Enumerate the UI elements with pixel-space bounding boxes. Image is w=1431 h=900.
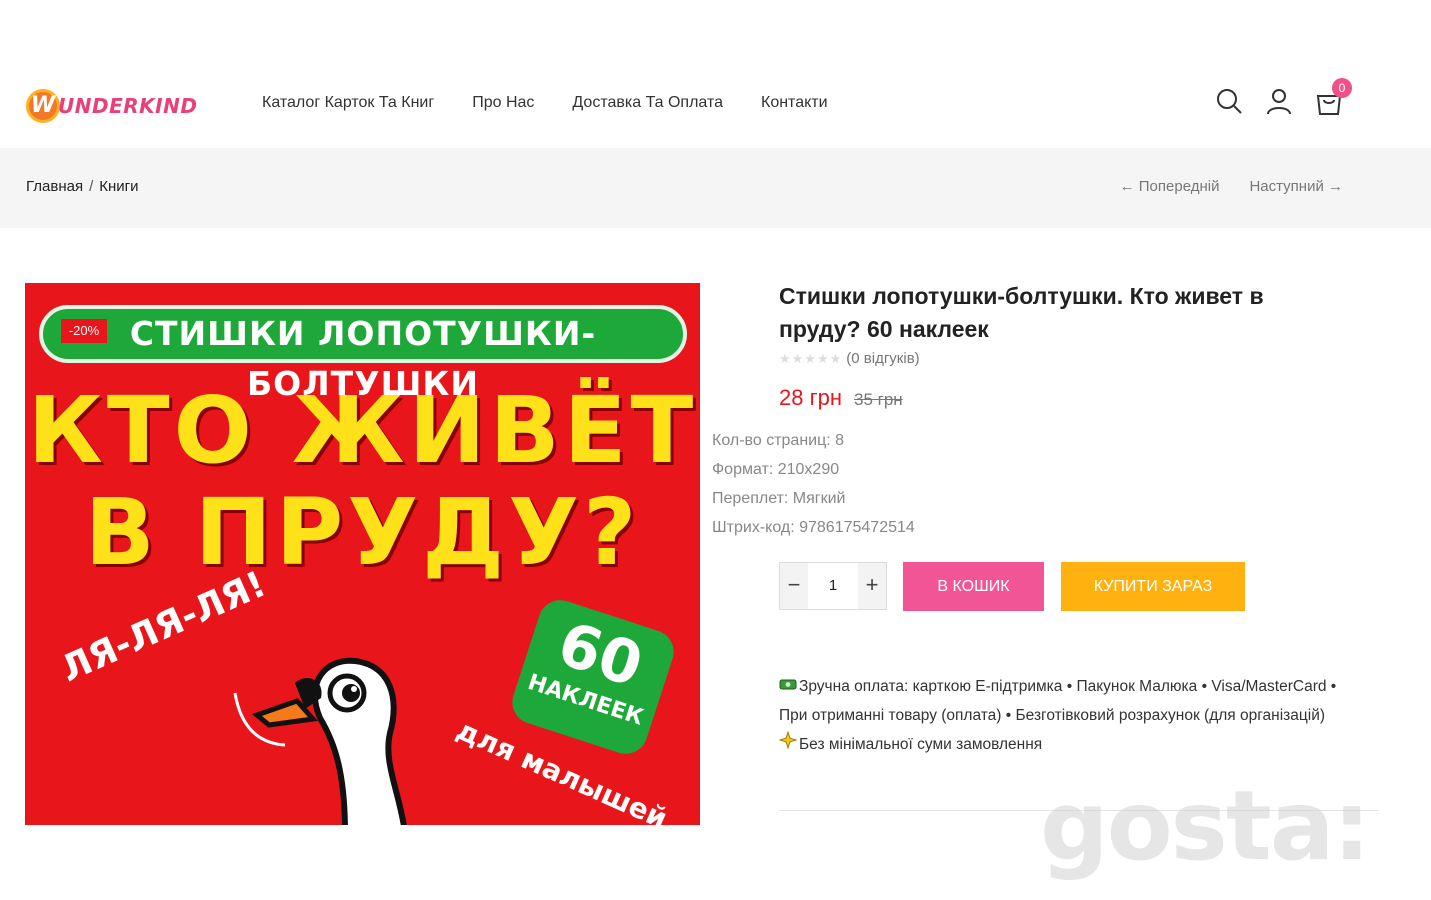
header-icons: 0 bbox=[1214, 78, 1364, 118]
price-current: 28 грн bbox=[779, 385, 842, 410]
product-image[interactable]: СТИШКИ ЛОПОТУШКИ-БОЛТУШКИ -20% КТО ЖИВЁТ… bbox=[25, 283, 700, 825]
cover-series-title: СТИШКИ ЛОПОТУШКИ-БОЛТУШКИ bbox=[129, 314, 597, 403]
nav-catalog[interactable]: Каталог Карток Та Книг bbox=[262, 94, 434, 112]
min-order-text: Без мінімальної суми замовлення bbox=[799, 736, 1043, 753]
search-icon[interactable] bbox=[1214, 86, 1246, 118]
attr-pages: Кол-во страниц: 8 bbox=[712, 432, 845, 449]
reviews-link[interactable]: (0 відгуків) bbox=[846, 350, 919, 367]
buy-now-button[interactable]: КУПИТИ ЗАРАЗ bbox=[1061, 562, 1245, 611]
payment-line-2: Без мінімальної суми замовлення bbox=[778, 730, 1359, 759]
payment-line-1: Зручна оплата: карткою Е-підтримка • Пак… bbox=[779, 672, 1359, 730]
nav-delivery[interactable]: Доставка Та Оплата bbox=[572, 94, 723, 112]
user-icon[interactable] bbox=[1264, 86, 1296, 118]
next-product-link[interactable]: Наступний → bbox=[1249, 178, 1343, 195]
cover-title-band: СТИШКИ ЛОПОТУШКИ-БОЛТУШКИ bbox=[39, 305, 687, 403]
nav-about[interactable]: Про Нас bbox=[472, 94, 534, 112]
site-logo[interactable]: W UNDERKIND bbox=[26, 86, 197, 126]
rating-stars: ★★★★★ bbox=[779, 350, 843, 366]
logo-text: UNDERKIND bbox=[58, 94, 198, 118]
quantity-stepper: − 1 + bbox=[779, 562, 887, 610]
attr-format: Формат: 210x290 bbox=[712, 461, 840, 478]
cover-headline-1: КТО ЖИВЁТ bbox=[27, 377, 698, 484]
breadcrumb-separator: / bbox=[89, 178, 94, 195]
watermark: gosta: bbox=[1040, 770, 1371, 882]
cart-icon[interactable]: 0 bbox=[1314, 78, 1352, 118]
product-pager: ← Попередній Наступний → bbox=[1120, 178, 1343, 195]
attr-barcode: Штрих-код: 9786175472514 bbox=[712, 519, 915, 536]
money-icon bbox=[779, 672, 799, 701]
breadcrumb-bar: Главная / Книги ← Попередній Наступний → bbox=[0, 148, 1431, 228]
cart-count-badge: 0 bbox=[1332, 78, 1352, 98]
qty-decrease-button[interactable]: − bbox=[780, 563, 808, 609]
breadcrumb-home[interactable]: Главная bbox=[26, 178, 83, 195]
stickers-count-badge: 60 НАКЛЕЕК bbox=[506, 594, 680, 760]
sparkle-icon bbox=[778, 730, 799, 759]
cover-headline-2: В ПРУДУ? bbox=[84, 479, 641, 586]
qty-increase-button[interactable]: + bbox=[858, 563, 886, 609]
payment-methods-text: Зручна оплата: карткою Е-підтримка • Пак… bbox=[779, 678, 1337, 724]
sale-badge: -20% bbox=[61, 319, 107, 343]
product-title: Стишки лопотушки-болтушки. Кто живет в п… bbox=[779, 283, 1264, 342]
attr-binding: Переплет: Мягкий bbox=[712, 490, 846, 507]
breadcrumb-current[interactable]: Книги bbox=[99, 178, 138, 195]
price-old: 35 грн bbox=[854, 390, 903, 409]
qty-input[interactable]: 1 bbox=[808, 563, 858, 609]
add-to-cart-button[interactable]: В КОШИК bbox=[903, 562, 1044, 611]
breadcrumb: Главная / Книги bbox=[26, 178, 139, 195]
logo-mark: W bbox=[26, 89, 60, 123]
prev-product-link[interactable]: ← Попередній bbox=[1120, 178, 1220, 195]
nav-contacts[interactable]: Контакти bbox=[761, 94, 828, 112]
payment-info: Зручна оплата: карткою Е-підтримка • Пак… bbox=[778, 672, 1359, 759]
product-attributes: Кол-во страниц: 8 Формат: 210x290 Перепл… bbox=[712, 426, 915, 542]
product-rating: ★★★★★ (0 відгуків) bbox=[779, 350, 920, 367]
main-nav: Каталог Карток Та Книг Про Нас Доставка … bbox=[262, 94, 866, 112]
product-price: 28 грн 35 грн bbox=[779, 385, 903, 411]
site-header: W UNDERKIND Каталог Карток Та Книг Про Н… bbox=[0, 60, 1431, 148]
